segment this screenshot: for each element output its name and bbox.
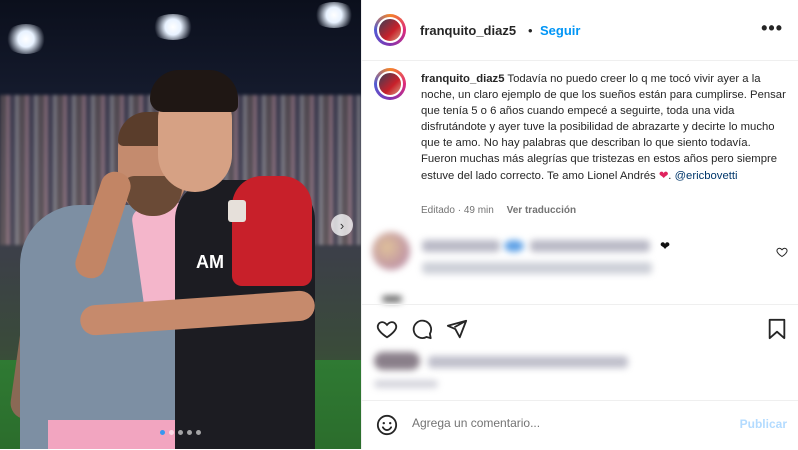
caption-username[interactable]: franquito_diaz5	[421, 73, 504, 85]
time-ago: 49 min	[463, 205, 494, 216]
date-blur	[374, 380, 438, 388]
carousel-next-button[interactable]: ›	[331, 214, 353, 236]
post-photo[interactable]: AM ›	[0, 0, 361, 449]
post-caption: franquito_diaz5 Todavía no puedo creer l…	[421, 71, 789, 184]
player-one-shorts	[48, 420, 178, 449]
share-button[interactable]	[445, 317, 469, 341]
liker-avatars-blur	[374, 352, 420, 370]
verified-badge-blur	[504, 240, 524, 252]
save-button[interactable]	[765, 317, 789, 341]
post-side-panel: franquito_diaz5 • Seguir ••• franquito_d…	[361, 0, 798, 449]
chevron-right-icon: ›	[339, 217, 345, 233]
comment-input[interactable]	[410, 415, 714, 431]
likes-text-blur	[428, 356, 628, 368]
carousel-dot	[169, 430, 174, 435]
bookmark-icon	[768, 318, 786, 340]
carousel-dot	[196, 430, 201, 435]
carousel-dot	[178, 430, 183, 435]
post-actions	[362, 304, 798, 349]
carousel-dots	[160, 430, 201, 435]
player-two-shirt-red-panel	[232, 176, 312, 286]
comment-bar: Publicar	[362, 400, 798, 450]
heart-outline-icon	[376, 321, 398, 339]
comment-button[interactable]	[410, 317, 434, 341]
edited-label: Editado	[421, 205, 455, 216]
comment-next-blur	[382, 296, 402, 302]
carousel-dot	[187, 430, 192, 435]
shirt-sponsor: AM	[196, 252, 224, 272]
caption-mention-link[interactable]: @ericbovetti	[675, 170, 738, 182]
instagram-post-window: AM › franquito_diaz5 • Seguir ••• franqu…	[0, 0, 798, 449]
heart-outline-icon	[776, 247, 788, 258]
caption-meta: Editado · 49 min Ver traducción	[421, 205, 576, 216]
avatar[interactable]	[374, 14, 406, 46]
comment-text-blur	[530, 240, 650, 252]
red-heart-icon: ❤	[658, 169, 669, 182]
send-icon	[446, 319, 468, 339]
comment-username-blur	[422, 240, 500, 252]
post-header: franquito_diaz5 • Seguir •••	[362, 0, 798, 61]
translate-link[interactable]: Ver traducción	[507, 205, 576, 216]
header-separator: •	[528, 23, 533, 38]
like-button[interactable]	[375, 317, 399, 341]
comment-icon	[412, 319, 432, 340]
smile-icon	[376, 414, 398, 436]
comment-text-blur	[422, 262, 652, 274]
stadium-light	[312, 2, 356, 28]
carousel-dot	[160, 430, 165, 435]
publish-button[interactable]: Publicar	[740, 417, 787, 431]
stadium-light	[4, 24, 48, 54]
heart-filled-icon: ❤	[660, 239, 671, 253]
meta-separator: ·	[457, 205, 462, 216]
club-crest	[228, 200, 246, 222]
comment-avatar	[372, 232, 410, 270]
emoji-button[interactable]	[376, 414, 398, 436]
player-two-hair	[150, 70, 238, 112]
avatar-image	[377, 71, 403, 97]
more-options-button[interactable]: •••	[761, 18, 783, 39]
follow-button[interactable]: Seguir	[540, 23, 580, 38]
header-username[interactable]: franquito_diaz5	[420, 23, 516, 38]
caption-avatar[interactable]	[374, 68, 406, 100]
stadium-light	[150, 14, 196, 40]
caption-text: Todavía no puedo creer lo q me tocó vivi…	[421, 73, 786, 182]
avatar-image	[377, 17, 403, 43]
comment-like-button[interactable]	[776, 246, 788, 261]
